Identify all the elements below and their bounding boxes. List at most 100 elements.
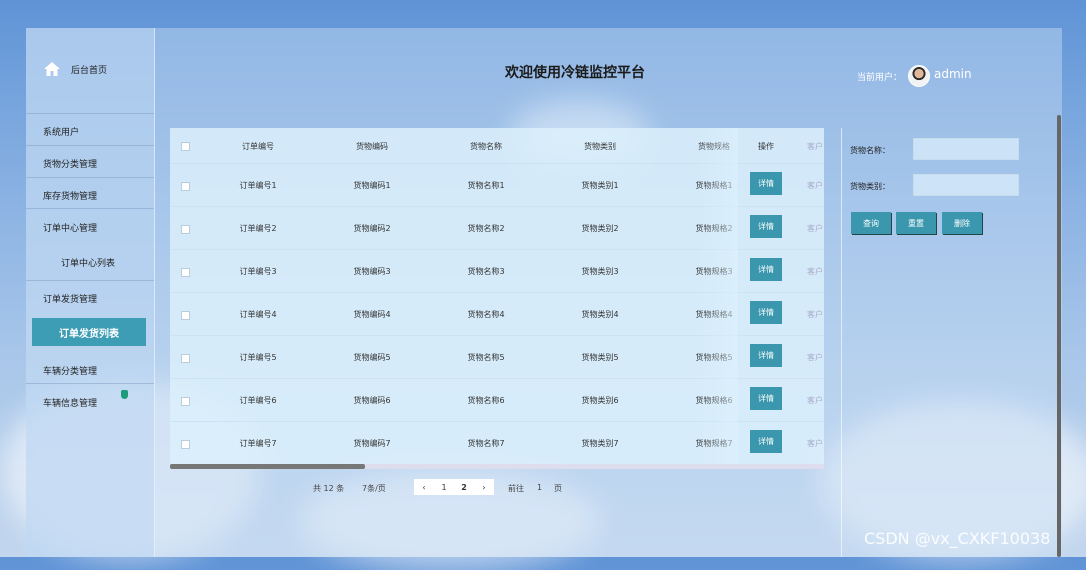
divider [26, 177, 154, 178]
vertical-scrollbar[interactable] [1057, 115, 1061, 557]
column-header: 货物类别 [584, 142, 616, 151]
table-cell: 客户 [807, 267, 823, 276]
table-cell: 客户 [807, 310, 823, 319]
table-cell: 货物名称5 [467, 353, 505, 362]
table-cell: 货物名称2 [467, 224, 505, 233]
row-checkbox[interactable] [181, 268, 190, 277]
column-header: 订单编号 [242, 142, 274, 151]
page-title: 欢迎使用冷链监控平台 [505, 65, 645, 81]
delete-button[interactable]: 删除 [942, 212, 982, 234]
column-header: 货物编码 [356, 142, 388, 151]
row-checkbox[interactable] [181, 397, 190, 406]
table-cell: 货物名称4 [467, 310, 505, 319]
home-link[interactable]: 后台首页 [43, 61, 107, 77]
column-header: 操作 [758, 142, 774, 151]
sidebar-item-vehicle-info[interactable]: 车辆信息管理 [43, 396, 97, 409]
table-cell: 货物类别5 [581, 353, 619, 362]
goto-page-input[interactable]: 1 [537, 483, 542, 492]
table-cell: 货物编码1 [353, 181, 391, 190]
table-cell: 货物名称6 [467, 396, 505, 405]
prev-page-button[interactable]: ‹ [414, 483, 434, 492]
divider [26, 383, 154, 384]
detail-button[interactable]: 详情 [750, 344, 782, 367]
table-cell: 货物名称7 [467, 439, 505, 448]
divider [26, 208, 154, 209]
horizontal-scrollbar-thumb[interactable] [170, 464, 365, 469]
divider [26, 280, 154, 281]
username[interactable]: admin [934, 67, 972, 81]
row-checkbox[interactable] [181, 440, 190, 449]
column-overlap [698, 128, 738, 466]
table-cell: 货物编码4 [353, 310, 391, 319]
table-cell: 货物编码7 [353, 439, 391, 448]
sidebar-item-users[interactable]: 系统用户 [43, 125, 79, 138]
sidebar-item-goods-category[interactable]: 货物分类管理 [43, 157, 97, 170]
table-cell: 客户 [807, 396, 823, 405]
watermark: CSDN @vx_CXKF10038 [864, 529, 1051, 548]
table-cell: 客户 [807, 181, 823, 190]
row-checkbox[interactable] [181, 182, 190, 191]
sidebar-item-shipping[interactable]: 订单发货管理 [43, 292, 97, 305]
avatar[interactable] [908, 65, 930, 87]
row-checkbox[interactable] [181, 225, 190, 234]
page-button-current[interactable]: 2 [454, 483, 474, 492]
current-user-label: 当前用户： [857, 73, 903, 83]
home-icon [44, 62, 60, 76]
table-cell: 订单编号7 [239, 439, 277, 448]
table-cell: 货物类别1 [581, 181, 619, 190]
column-header: 货物名称 [470, 142, 502, 151]
next-page-button[interactable]: › [474, 483, 494, 492]
pagination-total: 共 12 条 [313, 484, 345, 493]
table-cell: 货物类别7 [581, 439, 619, 448]
sidebar-item-inventory[interactable]: 库存货物管理 [43, 189, 97, 202]
detail-button[interactable]: 详情 [750, 258, 782, 281]
table-cell: 客户 [807, 224, 823, 233]
table-cell: 货物类别6 [581, 396, 619, 405]
goods-name-input[interactable] [913, 138, 1019, 160]
goto-page-suffix: 页 [554, 484, 562, 493]
table-cell: 货物编码3 [353, 267, 391, 276]
mouse-cursor-icon [121, 390, 128, 399]
query-button[interactable]: 查询 [851, 212, 891, 234]
table-cell: 订单编号1 [239, 181, 277, 190]
table-cell: 货物编码2 [353, 224, 391, 233]
table-cell: 客户 [807, 353, 823, 362]
table-cell: 订单编号2 [239, 224, 277, 233]
page-button[interactable]: 1 [434, 483, 454, 492]
pagination: ‹ 1 2 › [414, 479, 494, 495]
table-cell: 客户 [807, 439, 823, 448]
detail-button[interactable]: 详情 [750, 430, 782, 453]
sidebar: 后台首页 系统用户 货物分类管理 库存货物管理 订单中心管理 订单中心列表 订单… [26, 28, 155, 557]
goods-category-label: 货物类别： [850, 182, 890, 191]
row-checkbox[interactable] [181, 354, 190, 363]
table-cell: 订单编号4 [239, 310, 277, 319]
reset-button[interactable]: 重置 [896, 212, 936, 234]
sidebar-subitem-order-list[interactable]: 订单中心列表 [61, 256, 115, 269]
detail-button[interactable]: 详情 [750, 215, 782, 238]
detail-button[interactable]: 详情 [750, 387, 782, 410]
select-all-checkbox[interactable] [181, 142, 190, 151]
detail-button[interactable]: 详情 [750, 172, 782, 195]
row-checkbox[interactable] [181, 311, 190, 320]
detail-button[interactable]: 详情 [750, 301, 782, 324]
divider [26, 113, 154, 114]
goods-name-label: 货物名称： [850, 146, 890, 155]
table-cell: 货物类别2 [581, 224, 619, 233]
panel-divider [841, 128, 842, 557]
sidebar-item-vehicle-category[interactable]: 车辆分类管理 [43, 364, 97, 377]
table-cell: 订单编号6 [239, 396, 277, 405]
home-label: 后台首页 [71, 65, 108, 76]
table-cell: 货物类别3 [581, 267, 619, 276]
goods-category-input[interactable] [913, 174, 1019, 196]
table-cell: 订单编号3 [239, 267, 277, 276]
sidebar-item-order-center[interactable]: 订单中心管理 [43, 221, 97, 234]
column-header: 客户 [807, 142, 823, 151]
table-cell: 货物类别4 [581, 310, 619, 319]
table-cell: 订单编号5 [239, 353, 277, 362]
table-cell: 货物名称3 [467, 267, 505, 276]
table-cell: 货物编码6 [353, 396, 391, 405]
pagination-page-size[interactable]: 7条/页 [362, 483, 386, 494]
table-cell: 货物名称1 [467, 181, 505, 190]
divider [26, 145, 154, 146]
sidebar-subitem-shipping-list[interactable]: 订单发货列表 [32, 318, 146, 346]
